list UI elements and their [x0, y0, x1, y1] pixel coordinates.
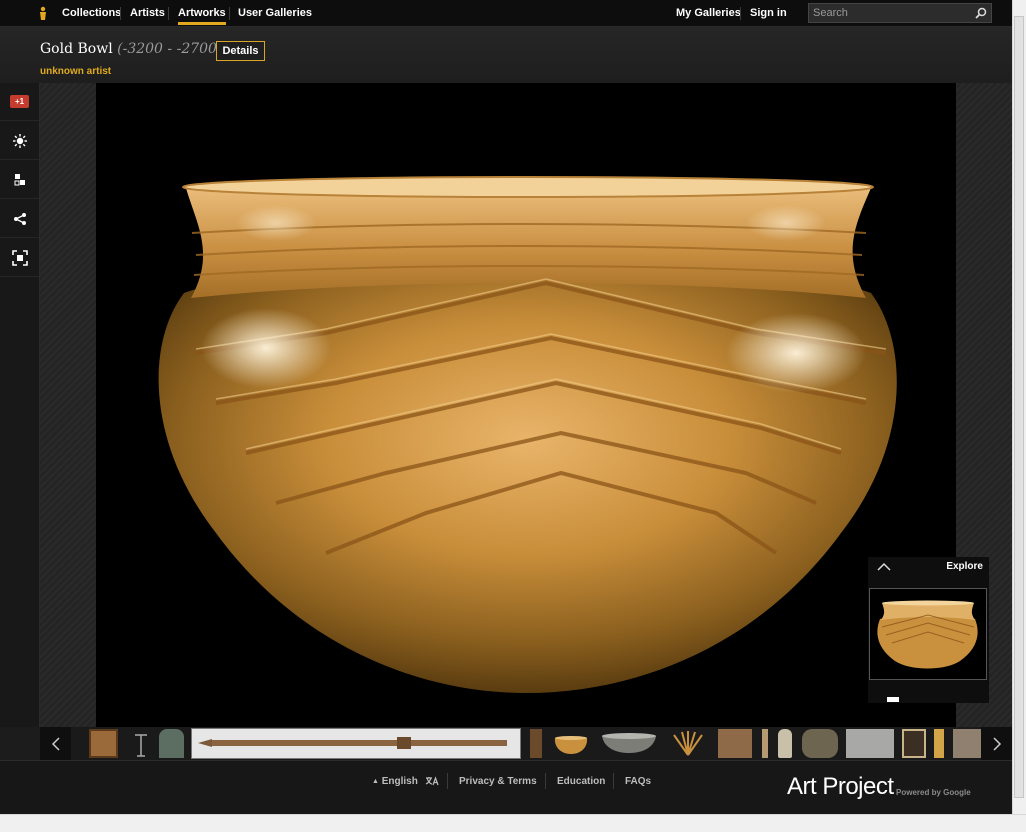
filmstrip-thumb-gold-bowl[interactable]	[552, 729, 590, 758]
explore-panel: Explore	[868, 557, 989, 703]
horizontal-scrollbar[interactable]	[0, 814, 1026, 832]
filmstrip-thumb-gold-wreath[interactable]	[668, 729, 708, 758]
nav-artists[interactable]: Artists	[130, 0, 165, 26]
artwork-name: Gold Bowl	[40, 41, 113, 57]
powered-by-google: Powered by Google	[896, 788, 971, 797]
artwork-image-frame[interactable]	[96, 83, 956, 727]
zoom-fit-icon	[11, 249, 28, 266]
language-selector[interactable]: ▲ English	[372, 776, 439, 787]
my-galleries-link[interactable]: My Galleries	[676, 0, 741, 26]
filmstrip-thumb-carved-panel[interactable]	[718, 729, 752, 758]
details-button[interactable]: Details	[216, 41, 265, 61]
faqs-link[interactable]: FAQs	[625, 776, 651, 787]
artwork-dates: (-3200 - -2700)	[117, 41, 223, 57]
filmstrip-thumb-iron-sword[interactable]	[191, 728, 521, 759]
caret-up-icon: ▲	[372, 777, 379, 785]
lightbox-button[interactable]	[0, 122, 39, 160]
explore-position-marker[interactable]	[887, 697, 899, 702]
search-icon[interactable]	[975, 7, 987, 19]
footer-separator	[613, 773, 614, 789]
compare-button[interactable]	[0, 161, 39, 199]
search-input[interactable]	[809, 4, 973, 22]
nav-separator	[120, 7, 121, 20]
compare-icon	[14, 173, 25, 185]
filmstrip-thumb-tablet[interactable]	[953, 729, 981, 758]
privacy-terms-link[interactable]: Privacy & Terms	[459, 776, 537, 787]
explore-thumbnail-image	[877, 600, 978, 669]
nav-separator	[229, 7, 230, 20]
silver-bowl-thumb-image	[602, 733, 656, 753]
filmstrip-next-button[interactable]	[981, 727, 1012, 760]
filmstrip-thumb-stone-stele[interactable]	[159, 729, 184, 758]
explore-label: Explore	[946, 561, 983, 572]
artwork-title: Gold Bowl (-3200 - -2700)	[40, 41, 222, 57]
education-link[interactable]: Education	[557, 776, 605, 787]
gold-bowl-image	[158, 176, 897, 693]
share-icon	[13, 212, 26, 225]
sign-in-link[interactable]: Sign in	[750, 0, 787, 26]
chevron-right-icon	[992, 736, 1001, 751]
gold-wreath-thumb-image	[673, 731, 703, 756]
vertical-scrollbar-thumb[interactable]	[1014, 16, 1024, 798]
zoom-fit-button[interactable]	[0, 239, 39, 277]
filmstrip-prev-button[interactable]	[40, 727, 71, 760]
nav-separator	[740, 7, 741, 20]
gold-bowl-thumb-image	[554, 736, 588, 754]
art-project-logo[interactable]: Art Project	[787, 773, 894, 801]
lightbulb-icon	[12, 133, 27, 148]
filmstrip-thumb-painted-icon[interactable]	[902, 729, 926, 758]
google-plus-one-icon: +1	[10, 95, 29, 108]
filmstrip-thumb-candelabra[interactable]	[132, 729, 150, 758]
language-label: English	[381, 776, 418, 787]
chevron-up-icon[interactable]	[876, 561, 892, 573]
filmstrip-thumb-gold-idol[interactable]	[934, 729, 944, 758]
nav-collections[interactable]: Collections	[62, 0, 121, 26]
nav-separator	[168, 7, 169, 20]
share-button[interactable]	[0, 200, 39, 238]
filmstrip-thumb-stone-vessel[interactable]	[802, 729, 838, 758]
artist-link[interactable]: unknown artist	[40, 66, 111, 77]
filmstrip-thumb-figurine[interactable]	[530, 729, 542, 758]
nav-artworks[interactable]: Artworks	[178, 0, 226, 26]
footer-separator	[545, 773, 546, 789]
footer-separator	[447, 773, 448, 789]
search-box	[808, 3, 992, 23]
explore-navigator[interactable]	[869, 588, 987, 680]
filmstrip-thumb-temple-ruin[interactable]	[846, 729, 894, 758]
google-plus-one-button[interactable]: +1	[0, 83, 39, 121]
filmstrip-thumb-small-figure[interactable]	[762, 729, 768, 758]
nav-user-galleries[interactable]: User Galleries	[238, 0, 312, 26]
site-logo-icon[interactable]	[38, 6, 48, 21]
filmstrip-thumb-framed-relief[interactable]	[89, 729, 118, 758]
filmstrip-thumb-statuette[interactable]	[778, 729, 792, 758]
chevron-left-icon	[51, 736, 60, 751]
sword-image	[198, 737, 507, 749]
filmstrip-thumb-silver-bowl[interactable]	[600, 729, 658, 758]
translate-icon	[425, 776, 439, 786]
